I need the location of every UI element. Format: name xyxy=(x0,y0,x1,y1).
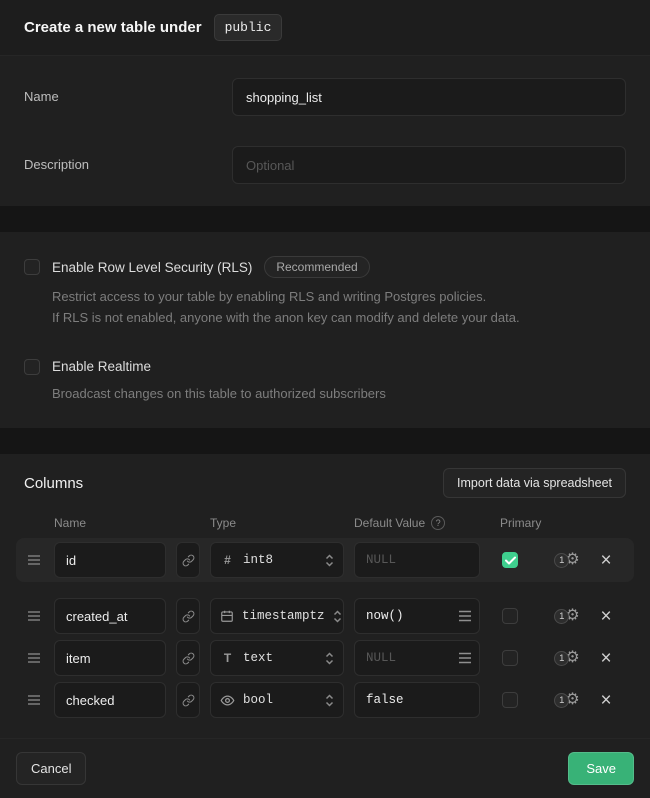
foreign-key-link-button[interactable] xyxy=(176,682,200,718)
remove-column-button[interactable]: × xyxy=(596,551,616,570)
modal-header: Create a new table under public xyxy=(0,0,650,56)
column-settings-button[interactable]: 1 ⚙ xyxy=(540,692,586,708)
calendar-icon xyxy=(220,609,234,623)
column-type-select[interactable]: # int8 xyxy=(210,542,344,578)
column-default-input xyxy=(354,542,480,578)
modal-footer: Cancel Save xyxy=(0,738,650,798)
remove-column-button[interactable]: × xyxy=(596,649,616,668)
column-settings-button[interactable]: 1 ⚙ xyxy=(540,552,586,568)
column-default-input[interactable] xyxy=(354,682,480,718)
primary-checkbox[interactable] xyxy=(502,552,518,568)
default-suggestions-icon[interactable] xyxy=(458,610,472,622)
column-header-primary: Primary xyxy=(490,516,530,530)
link-icon xyxy=(182,694,195,707)
drag-handle-icon[interactable] xyxy=(24,652,44,664)
column-row-item: T text 1 ⚙ × xyxy=(24,640,626,676)
chevron-updown-icon xyxy=(325,553,334,568)
modal-title: Create a new table under xyxy=(24,19,202,36)
name-label: Name xyxy=(24,78,232,104)
import-spreadsheet-button[interactable]: Import data via spreadsheet xyxy=(443,468,626,498)
realtime-checkbox[interactable] xyxy=(24,359,40,375)
rls-description-line2: If RLS is not enabled, anyone with the a… xyxy=(52,307,626,328)
foreign-key-link-button[interactable] xyxy=(176,598,200,634)
column-name-input[interactable] xyxy=(54,542,166,578)
primary-checkbox[interactable] xyxy=(502,608,518,624)
column-name-input[interactable] xyxy=(54,682,166,718)
foreign-key-link-button[interactable] xyxy=(176,542,200,578)
rls-block: Enable Row Level Security (RLS) Recommen… xyxy=(24,256,626,329)
primary-checkbox[interactable] xyxy=(502,650,518,666)
link-icon xyxy=(182,554,195,567)
table-name-input[interactable] xyxy=(232,78,626,116)
default-suggestions-icon[interactable] xyxy=(458,652,472,664)
text-icon: T xyxy=(220,651,235,665)
column-type-label: bool xyxy=(243,693,273,707)
eye-icon xyxy=(220,693,235,708)
column-name-input[interactable] xyxy=(54,598,166,634)
column-type-label: timestamptz xyxy=(242,609,325,623)
column-type-label: text xyxy=(243,651,273,665)
name-field-row: Name xyxy=(24,78,626,116)
section-divider xyxy=(0,428,650,454)
rls-description-line1: Restrict access to your table by enablin… xyxy=(52,286,626,307)
drag-handle-icon[interactable] xyxy=(24,694,44,706)
foreign-key-link-button[interactable] xyxy=(176,640,200,676)
create-table-modal: Create a new table under public Name Des… xyxy=(0,0,650,761)
column-type-label: int8 xyxy=(243,553,273,567)
chevron-updown-icon xyxy=(325,651,334,666)
remove-column-button[interactable]: × xyxy=(596,607,616,626)
link-icon xyxy=(182,652,195,665)
schema-badge: public xyxy=(214,14,283,41)
help-icon[interactable]: ? xyxy=(431,516,445,530)
column-settings-button[interactable]: 1 ⚙ xyxy=(540,608,586,624)
chevron-updown-icon xyxy=(333,609,342,624)
column-settings-button[interactable]: 1 ⚙ xyxy=(540,650,586,666)
drag-handle-icon[interactable] xyxy=(24,554,44,566)
save-button[interactable]: Save xyxy=(568,752,634,785)
cancel-button[interactable]: Cancel xyxy=(16,752,86,785)
column-row-created-at: timestamptz 1 ⚙ × xyxy=(24,598,626,634)
column-row-id: # int8 1 ⚙ × xyxy=(16,538,634,582)
column-row-checked: bool 1 ⚙ × xyxy=(24,682,626,718)
rls-description: Restrict access to your table by enablin… xyxy=(52,286,626,329)
table-description-input[interactable] xyxy=(232,146,626,184)
hash-icon: # xyxy=(220,553,235,567)
columns-title: Columns xyxy=(24,475,83,492)
rls-checkbox[interactable] xyxy=(24,259,40,275)
recommended-badge: Recommended xyxy=(264,256,369,278)
columns-section: Columns Import data via spreadsheet Name… xyxy=(0,454,650,738)
column-header-type: Type xyxy=(210,516,344,530)
drag-handle-icon[interactable] xyxy=(24,610,44,622)
link-icon xyxy=(182,610,195,623)
column-type-select[interactable]: timestamptz xyxy=(210,598,344,634)
columns-table-header: Name Type Default Value ? Primary xyxy=(24,516,626,530)
description-field-row: Description xyxy=(24,146,626,184)
remove-column-button[interactable]: × xyxy=(596,691,616,710)
realtime-label: Enable Realtime xyxy=(52,359,151,374)
column-type-select[interactable]: T text xyxy=(210,640,344,676)
column-header-default: Default Value xyxy=(354,516,425,530)
description-label: Description xyxy=(24,146,232,172)
primary-checkbox[interactable] xyxy=(502,692,518,708)
check-icon xyxy=(505,556,516,565)
table-info-section: Name Description xyxy=(0,56,650,206)
realtime-block: Enable Realtime Broadcast changes on thi… xyxy=(24,359,626,404)
column-name-input[interactable] xyxy=(54,640,166,676)
column-header-name: Name xyxy=(54,516,166,530)
column-type-select[interactable]: bool xyxy=(210,682,344,718)
section-divider xyxy=(0,206,650,232)
chevron-updown-icon xyxy=(325,693,334,708)
rls-label: Enable Row Level Security (RLS) xyxy=(52,260,252,275)
realtime-description: Broadcast changes on this table to autho… xyxy=(52,383,626,404)
security-section: Enable Row Level Security (RLS) Recommen… xyxy=(0,232,650,428)
